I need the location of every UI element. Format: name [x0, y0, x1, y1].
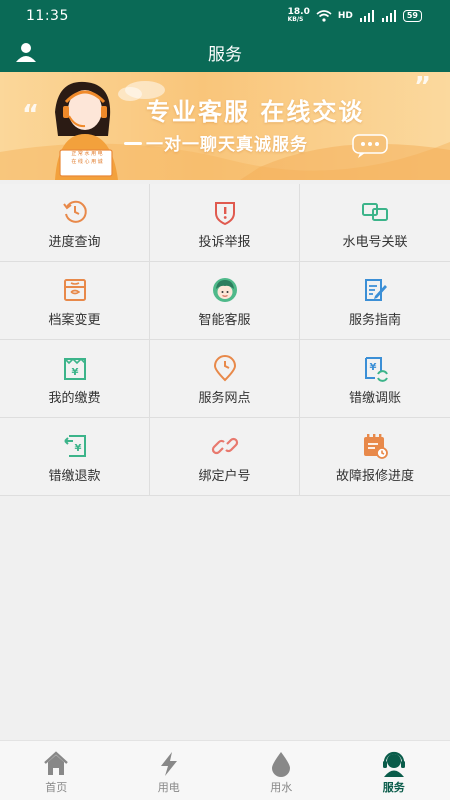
tab-label: 用电 — [157, 781, 180, 794]
app-bar: 服务 — [0, 32, 450, 72]
home-icon — [44, 751, 69, 775]
service-label: 错缴退款 — [48, 469, 101, 484]
battery-icon: 59 — [402, 10, 422, 22]
tab-label: 用水 — [270, 781, 293, 794]
system-indicators: 18.0 KB/S HD 59 — [288, 8, 422, 24]
service-label: 档案变更 — [48, 313, 101, 328]
service-archive-change[interactable]: 档案变更 — [0, 262, 150, 340]
service-smart-agent[interactable]: 智能客服 — [150, 262, 300, 340]
agent-sign-text: 正 常 水 用 电 在 线 心 用 诚 — [71, 151, 103, 165]
tab-label: 服务 — [382, 781, 405, 794]
customer-service-banner[interactable]: “ ” 正 常 水 用 电 在 线 心 用 诚 专业客服 在线交谈 一对一聊天真… — [0, 72, 450, 180]
guide-document-icon — [365, 279, 387, 301]
chat-bubble-icon — [352, 134, 388, 158]
service-account-link[interactable]: 水电号关联 — [300, 184, 450, 262]
tab-label: 首页 — [45, 781, 68, 794]
service-grid: 进度查询 投诉举报 水电号关联 档案变更 智能客服 服务指南 ¥ 我的缴费 服务… — [0, 184, 450, 496]
service-refund[interactable]: ¥ 错缴退款 — [0, 418, 150, 496]
refund-icon: ¥ — [64, 435, 86, 457]
hd-indicator: HD — [337, 11, 353, 21]
quote-mark-left: “ — [22, 100, 40, 130]
service-label: 绑定户号 — [198, 469, 251, 484]
service-my-payment[interactable]: ¥ 我的缴费 — [0, 340, 150, 418]
clock-history-icon — [63, 200, 87, 223]
tab-service[interactable]: 服务 — [338, 741, 450, 800]
tab-electricity[interactable]: 用电 — [113, 741, 226, 800]
service-label: 智能客服 — [198, 313, 251, 328]
link-cards-icon — [362, 203, 388, 221]
banner-dash — [124, 142, 142, 145]
net-speed: 18.0 KB/S — [287, 7, 310, 24]
status-time: 11:35 — [26, 8, 69, 24]
service-label: 进度查询 — [48, 235, 101, 250]
wifi-icon — [316, 10, 332, 22]
shield-alert-icon — [215, 202, 235, 226]
svg-text:¥: ¥ — [72, 367, 79, 378]
refresh-payment-icon: ¥ — [365, 357, 388, 382]
service-label: 服务指南 — [348, 313, 401, 328]
bottom-tab-bar: 首页 用电 用水 服务 — [0, 740, 450, 800]
service-label: 我的缴费 — [48, 391, 101, 406]
service-guide[interactable]: 服务指南 — [300, 262, 450, 340]
repair-calendar-icon — [364, 434, 388, 459]
status-bar: 11:35 18.0 KB/S HD 59 — [0, 0, 450, 32]
service-label: 投诉举报 — [198, 235, 251, 250]
location-clock-icon — [213, 355, 237, 382]
service-progress-query[interactable]: 进度查询 — [0, 184, 150, 262]
service-agent-icon — [382, 751, 405, 777]
chain-link-icon — [211, 437, 239, 455]
archive-box-icon — [64, 279, 86, 301]
service-payment-adjust[interactable]: ¥ 错缴调账 — [300, 340, 450, 418]
service-label: 错缴调账 — [348, 391, 401, 406]
payment-icon: ¥ — [64, 357, 86, 380]
lightning-icon — [160, 752, 177, 776]
quote-mark-right: ” — [414, 72, 432, 102]
service-label: 服务网点 — [198, 391, 251, 406]
signal-icon-2 — [381, 10, 396, 22]
tab-water[interactable]: 用水 — [225, 741, 338, 800]
banner-headline: 专业客服 在线交谈 — [146, 98, 365, 126]
service-label: 水电号关联 — [342, 235, 408, 250]
page-title: 服务 — [208, 45, 242, 65]
water-drop-icon — [272, 752, 291, 777]
service-bind-account[interactable]: 绑定户号 — [150, 418, 300, 496]
service-complaint[interactable]: 投诉举报 — [150, 184, 300, 262]
svg-text:¥: ¥ — [370, 362, 377, 373]
service-label: 故障报修进度 — [335, 469, 414, 484]
service-repair-progress[interactable]: 故障报修进度 — [300, 418, 450, 496]
service-outlets[interactable]: 服务网点 — [150, 340, 300, 418]
banner-subline: 一对一聊天真诚服务 — [146, 135, 308, 155]
svg-text:¥: ¥ — [75, 443, 82, 454]
agent-avatar-icon — [213, 278, 237, 302]
tab-home[interactable]: 首页 — [0, 741, 113, 800]
signal-icon — [359, 10, 374, 22]
